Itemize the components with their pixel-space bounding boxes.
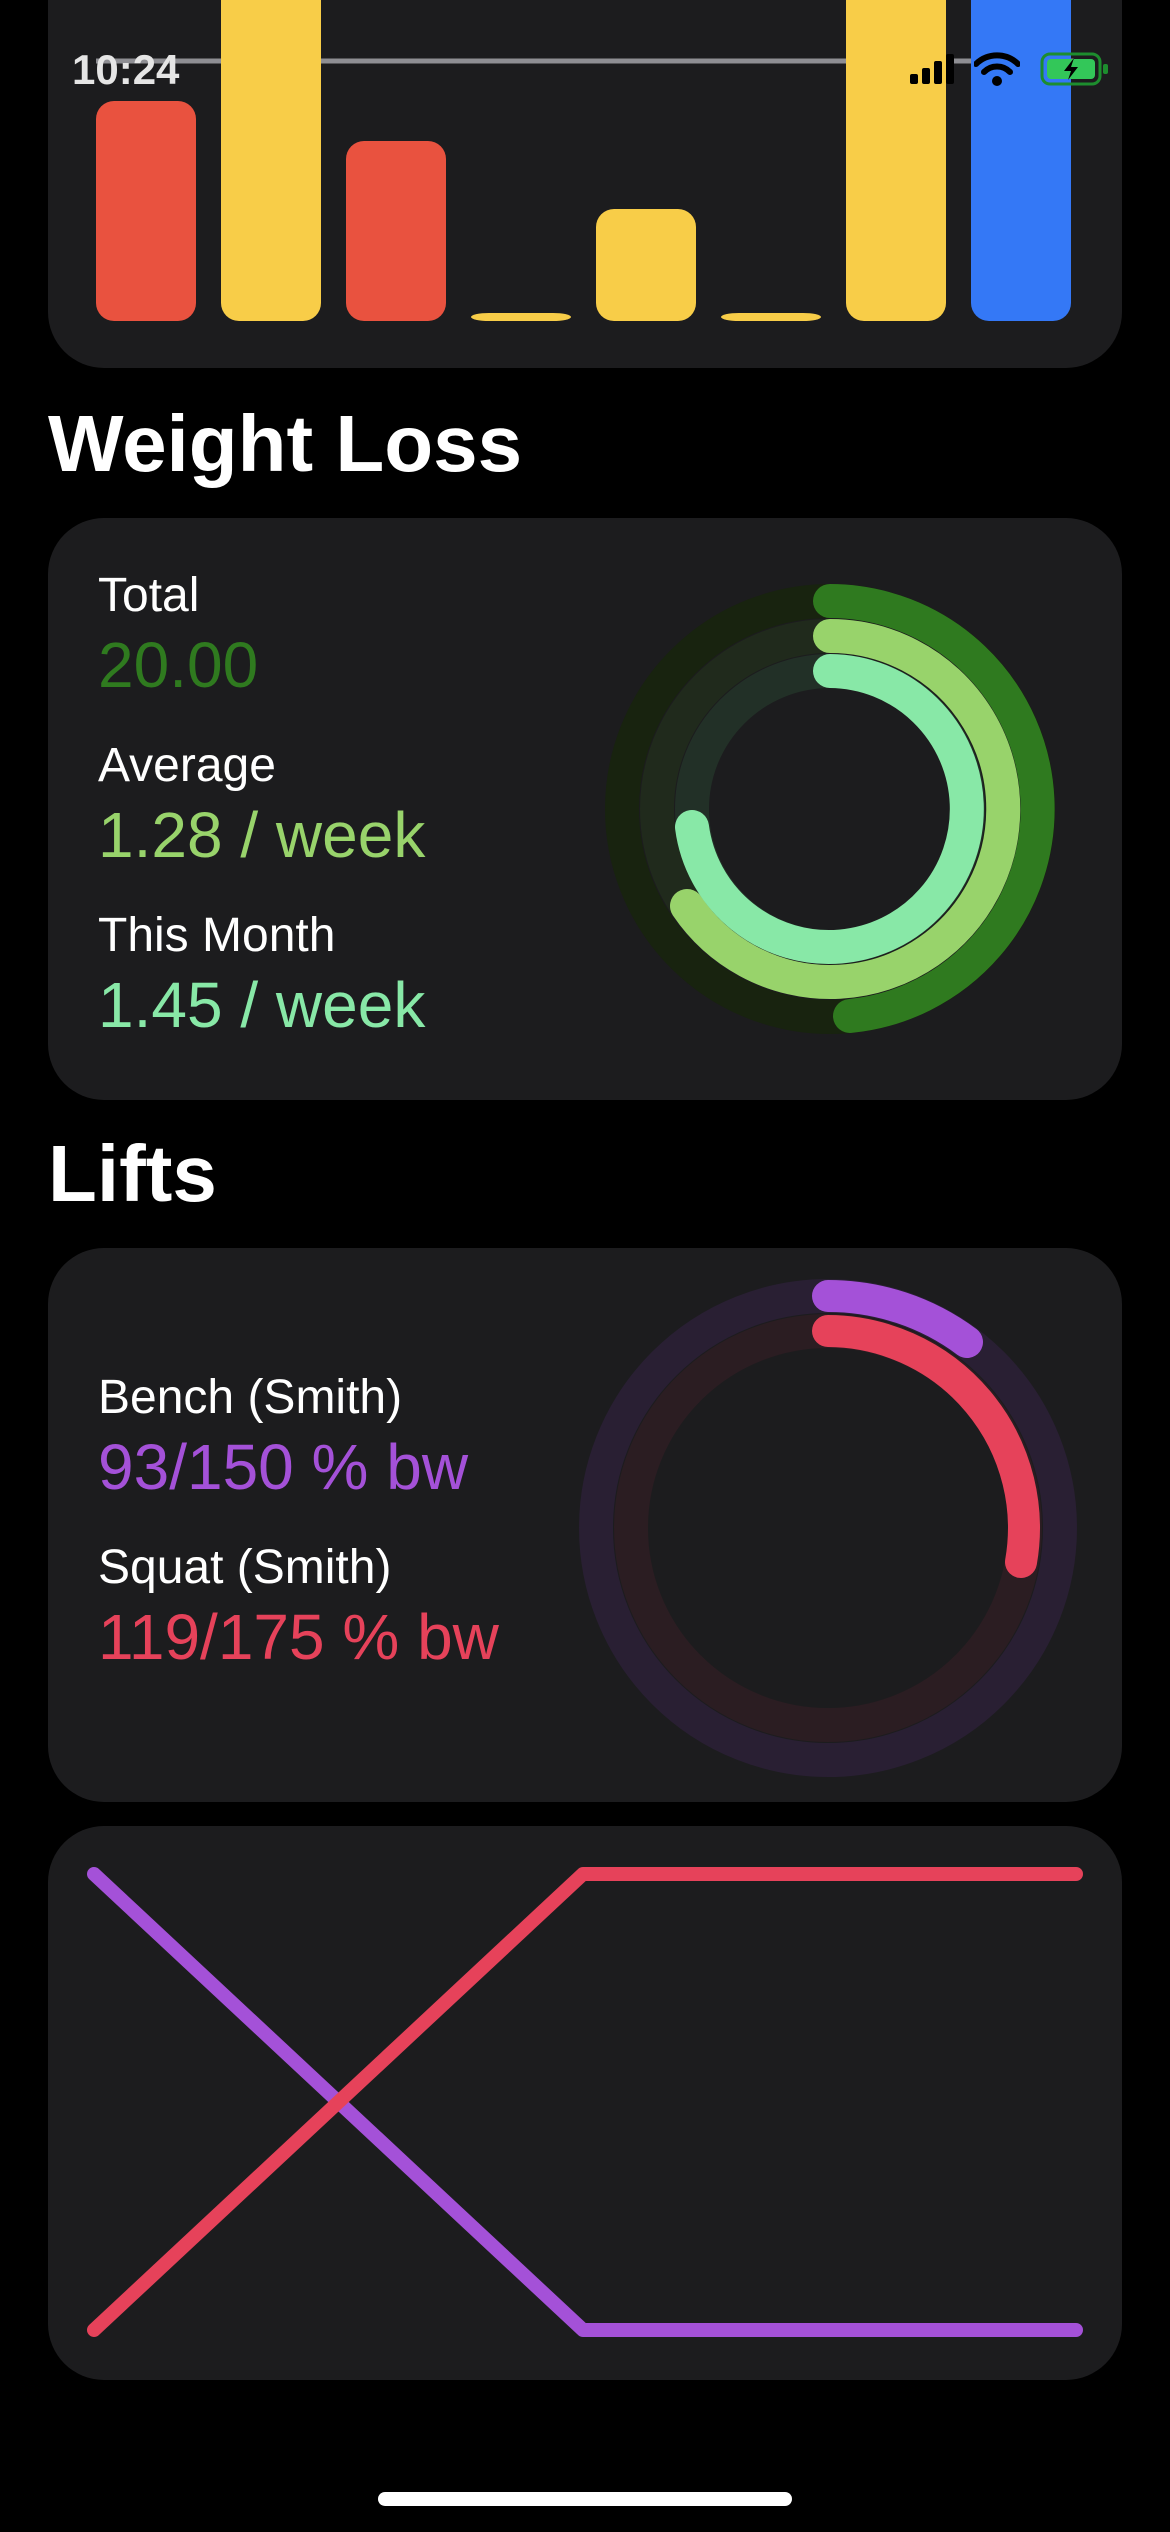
lifts-rings <box>579 1279 1077 1777</box>
activity-bar <box>471 313 571 321</box>
home-indicator[interactable] <box>378 2492 792 2506</box>
activity-bar <box>971 0 1071 321</box>
lifts-trend-card[interactable] <box>48 1826 1122 2380</box>
battery-charging-icon <box>1040 52 1108 86</box>
signal-icon <box>910 54 954 84</box>
activity-bar <box>846 0 946 321</box>
lifts-title: Lifts <box>48 1129 217 1218</box>
squat-trend-line <box>87 1867 1083 2337</box>
activity-bar <box>221 0 321 321</box>
bench-label: Bench (Smith) <box>98 1371 403 1424</box>
status-time: 10:24 <box>72 46 180 93</box>
lifts-trend-chart <box>87 1867 1083 2337</box>
activity-bar <box>346 141 446 321</box>
bench-value: 93/150 % bw <box>98 1431 469 1503</box>
bench-trend-line <box>87 1867 1083 2337</box>
activity-bar <box>96 101 196 321</box>
average-value: 1.28 / week <box>98 799 426 871</box>
wifi-icon <box>974 52 1020 86</box>
month-label: This Month <box>98 909 336 962</box>
squat-label: Squat (Smith) <box>98 1541 392 1594</box>
total-label: Total <box>98 569 200 622</box>
month-value: 1.45 / week <box>98 969 426 1041</box>
total-value: 20.00 <box>98 629 259 701</box>
activity-bar <box>596 209 696 321</box>
status-icons <box>910 52 1110 86</box>
average-label: Average <box>98 739 276 792</box>
squat-value: 119/175 % bw <box>98 1601 499 1673</box>
weight-loss-rings <box>605 584 1055 1034</box>
activity-bar <box>721 313 821 321</box>
weight-loss-title: Weight Loss <box>48 399 523 488</box>
